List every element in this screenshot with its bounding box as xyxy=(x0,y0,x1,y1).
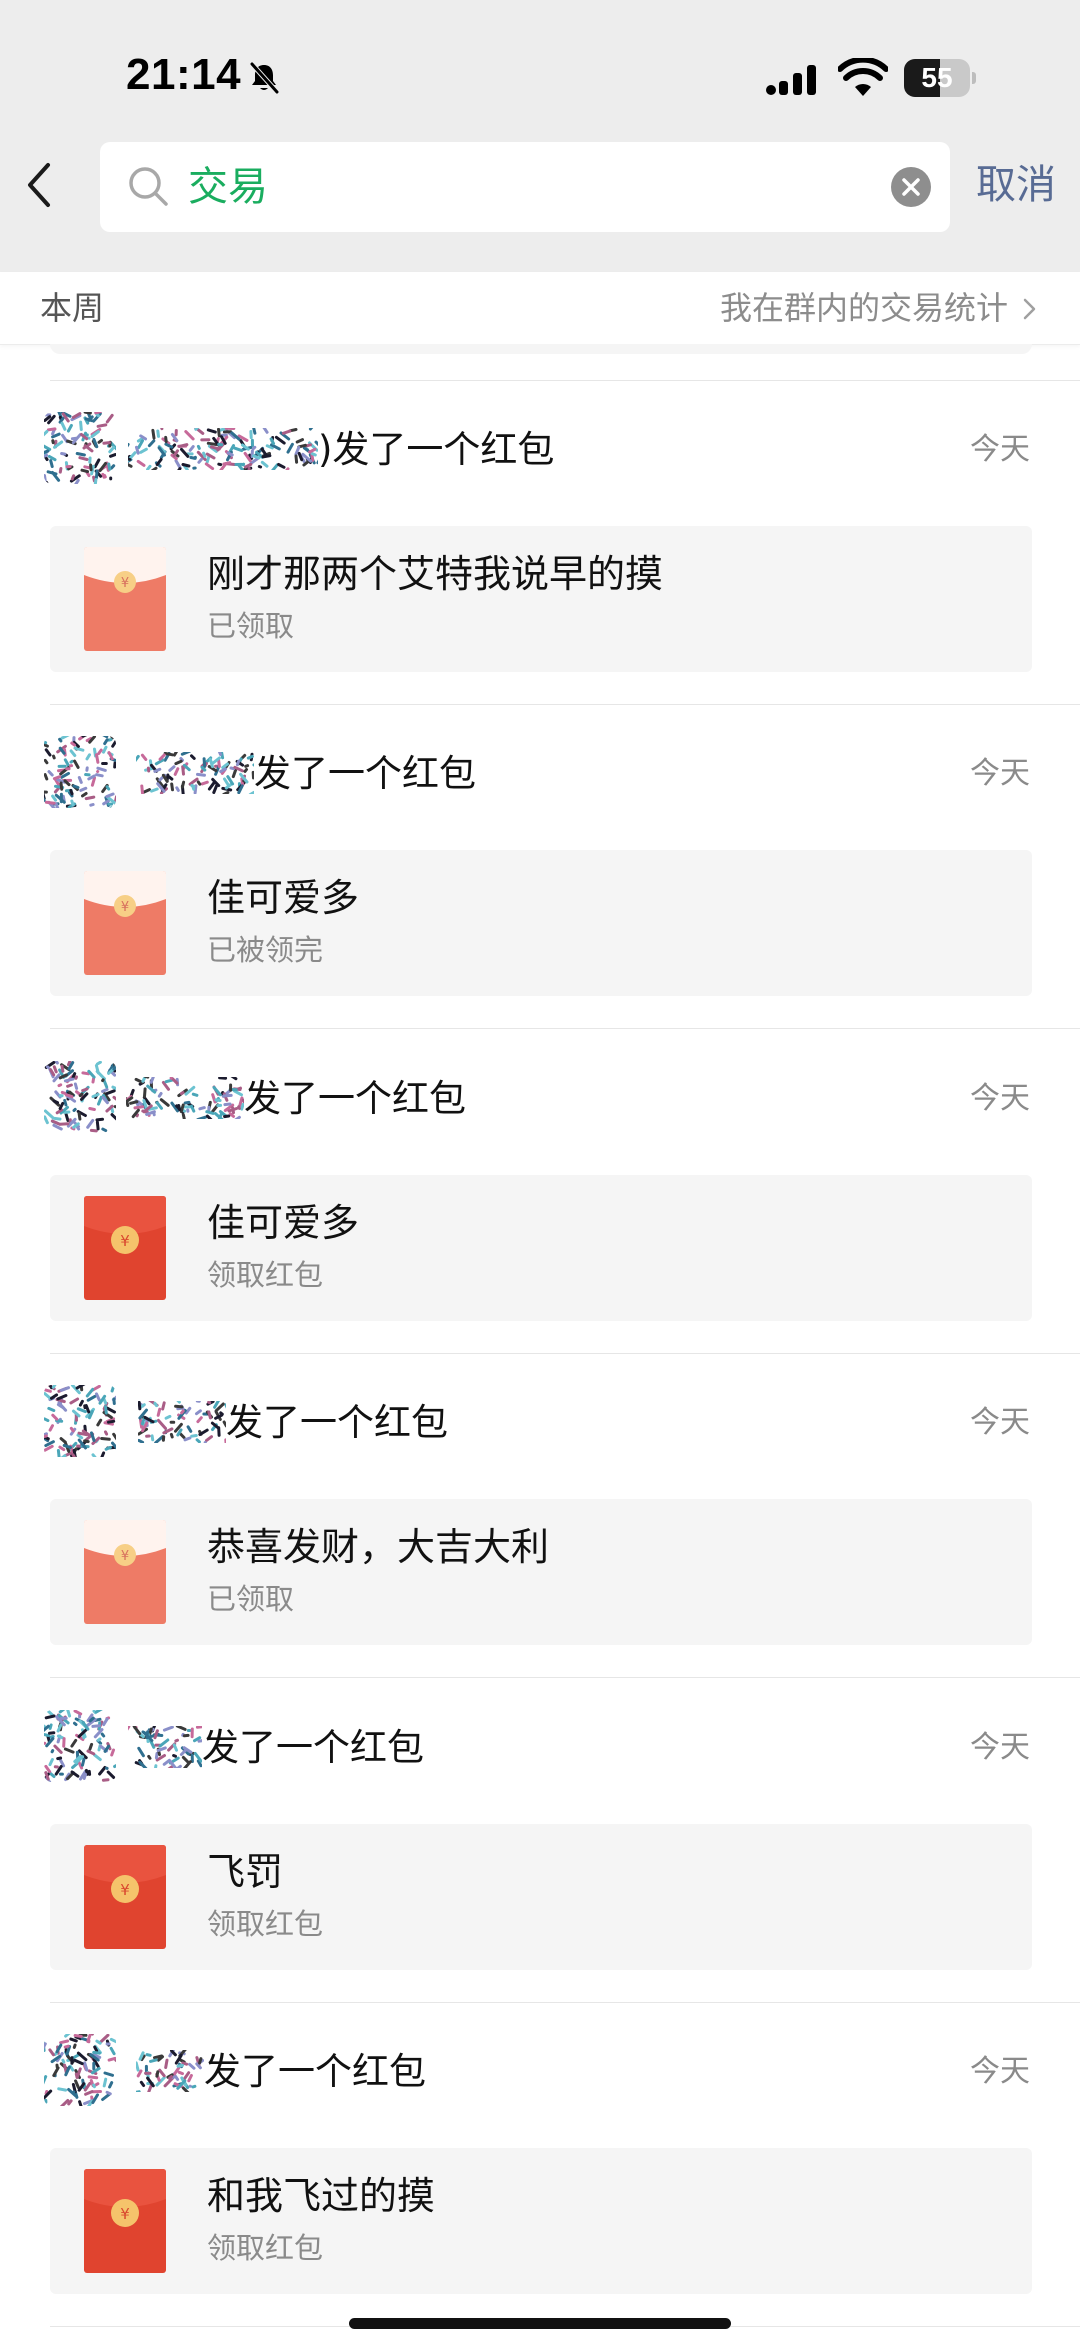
timestamp: 今天 xyxy=(970,1081,1030,1116)
red-packet-icon: ¥ xyxy=(84,547,166,651)
red-packet-icon: ¥ xyxy=(84,1520,166,1624)
packet-status: 领取红包 xyxy=(207,2231,324,2265)
avatar[interactable] xyxy=(44,736,116,808)
top-header: 21:14 55 交易 取消 xyxy=(0,0,1080,272)
redacted-sender-name xyxy=(131,2047,205,2095)
transaction-stats-label: 我在群内的交易统计 xyxy=(719,289,1008,327)
packet-status: 已领取 xyxy=(207,1582,295,1616)
sender-action-text: 发了一个红包 xyxy=(244,1077,466,1120)
search-input[interactable]: 交易 xyxy=(188,142,858,232)
timestamp: 今天 xyxy=(970,1405,1030,1440)
sender-action-text: 发了一个红包 xyxy=(226,1401,448,1444)
search-icon xyxy=(129,167,168,206)
result-item[interactable]: 发了一个红包 今天 ¥ 佳可爱多已被领完 xyxy=(0,704,1080,1028)
packet-message: 恭喜发财，大吉大利 xyxy=(207,1525,550,1569)
result-item[interactable]: )发了一个红包 今天 ¥ 刚才那两个艾特我说早的摸已领取 xyxy=(0,380,1080,704)
timestamp: 今天 xyxy=(970,432,1030,467)
red-packet-card[interactable]: ¥ 刚才那两个艾特我说早的摸已领取 xyxy=(50,526,1032,672)
svg-text:¥: ¥ xyxy=(121,576,129,591)
result-item[interactable]: 发了一个红包 今天 ¥ 恭喜发财，大吉大利已领取 xyxy=(0,1353,1080,1677)
redacted-sender-name xyxy=(123,1070,248,1125)
battery-percent: 55 xyxy=(921,62,953,93)
svg-text:¥: ¥ xyxy=(121,900,129,915)
red-packet-card[interactable]: ¥ 飞罚领取红包 xyxy=(50,1824,1032,1970)
avatar[interactable] xyxy=(44,1061,116,1133)
section-header: 本周 我在群内的交易统计 xyxy=(0,272,1080,345)
packet-message: 佳可爱多 xyxy=(207,1201,360,1245)
home-indicator xyxy=(349,2318,731,2329)
sender-action-text: )发了一个红包 xyxy=(318,428,555,471)
avatar[interactable] xyxy=(44,2034,116,2106)
svg-text:¥: ¥ xyxy=(120,1232,130,1250)
redacted-sender-name xyxy=(137,1394,229,1450)
sender-action-text: 发了一个红包 xyxy=(202,1726,424,1769)
sender-action-text: 发了一个红包 xyxy=(254,752,476,795)
red-packet-icon: ¥ xyxy=(84,871,166,975)
redacted-sender-name xyxy=(122,422,324,478)
search-box[interactable]: 交易 xyxy=(100,142,950,232)
red-packet-icon: ¥ xyxy=(84,1196,166,1300)
cancel-button[interactable]: 取消 xyxy=(976,155,1056,215)
signal-icon xyxy=(766,65,816,95)
sender-action-text: 发了一个红包 xyxy=(204,2050,426,2093)
redacted-sender-name xyxy=(122,1718,207,1774)
result-item[interactable]: 发了一个红包 今天 ¥ 飞罚领取红包 xyxy=(0,1678,1080,2002)
packet-status: 已领取 xyxy=(207,609,295,643)
timestamp: 今天 xyxy=(970,2054,1030,2089)
svg-text:¥: ¥ xyxy=(120,2205,130,2223)
red-packet-card[interactable]: ¥ 恭喜发财，大吉大利已领取 xyxy=(50,1499,1032,1645)
back-chevron-icon[interactable] xyxy=(18,155,62,215)
wifi-icon xyxy=(838,58,888,96)
packet-message: 佳可爱多 xyxy=(207,876,360,920)
previous-card-edge xyxy=(50,344,1032,354)
red-packet-card[interactable]: ¥ 佳可爱多领取红包 xyxy=(50,1175,1032,1321)
chevron-right-icon xyxy=(1023,298,1036,320)
avatar[interactable] xyxy=(44,1710,116,1782)
packet-status: 已被领完 xyxy=(207,933,324,967)
result-item[interactable]: 发了一个红包 今天 ¥ 和我飞过的摸领取红包 xyxy=(0,2002,1080,2326)
battery-indicator: 55 xyxy=(904,59,976,97)
packet-status: 领取红包 xyxy=(207,1907,324,1941)
packet-message: 和我飞过的摸 xyxy=(207,2174,436,2218)
red-packet-card[interactable]: ¥ 佳可爱多已被领完 xyxy=(50,850,1032,996)
red-packet-icon: ¥ xyxy=(84,2169,166,2273)
svg-text:¥: ¥ xyxy=(121,1549,129,1564)
red-packet-card[interactable]: ¥ 和我飞过的摸领取红包 xyxy=(50,2148,1032,2294)
redacted-sender-name xyxy=(132,746,262,797)
packet-message: 刚才那两个艾特我说早的摸 xyxy=(207,552,664,596)
transaction-stats-link[interactable]: 我在群内的交易统计 xyxy=(720,272,1038,344)
bell-muted-icon xyxy=(250,62,279,94)
avatar[interactable] xyxy=(44,1385,116,1457)
svg-text:¥: ¥ xyxy=(120,1881,130,1899)
clear-icon[interactable] xyxy=(890,166,932,208)
avatar[interactable] xyxy=(44,412,116,484)
status-time: 21:14 xyxy=(126,50,242,99)
packet-status: 领取红包 xyxy=(207,1258,324,1292)
timestamp: 今天 xyxy=(970,756,1030,791)
result-item[interactable]: 发了一个红包 今天 ¥ 佳可爱多领取红包 xyxy=(0,1029,1080,1353)
timestamp: 今天 xyxy=(970,1730,1030,1765)
red-packet-icon: ¥ xyxy=(84,1845,166,1949)
section-period-label: 本周 xyxy=(40,289,105,327)
packet-message: 飞罚 xyxy=(207,1850,284,1894)
